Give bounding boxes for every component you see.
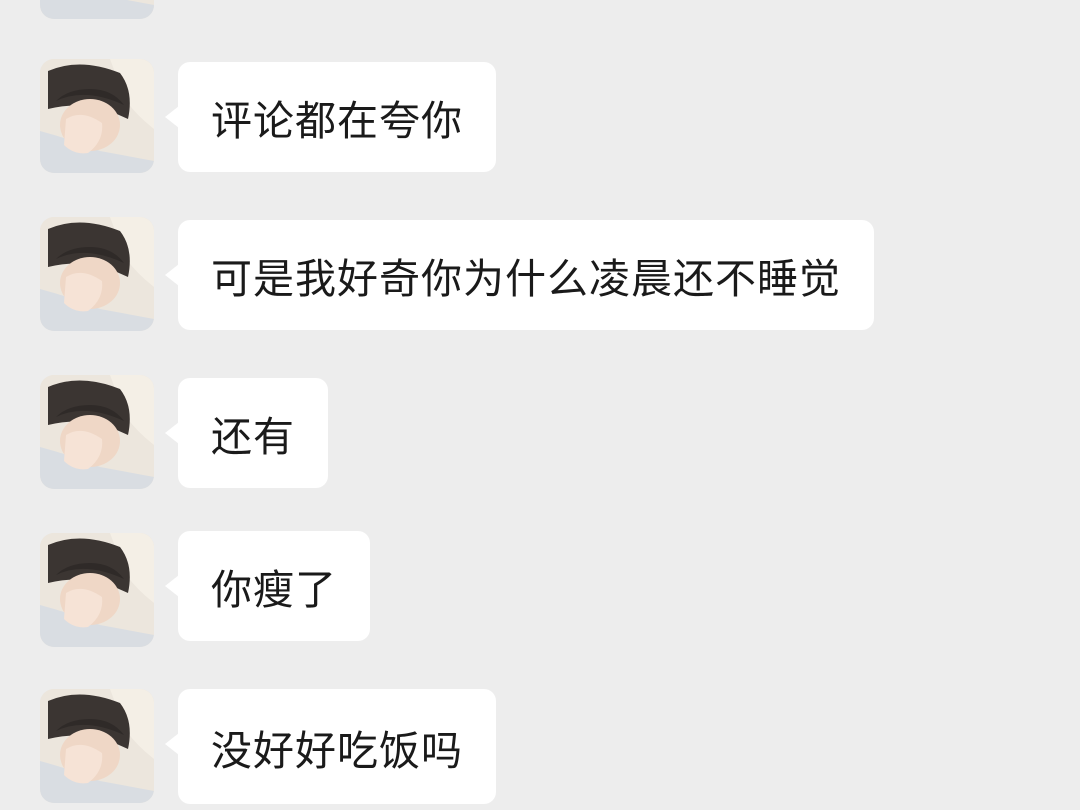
message-text: 还有 <box>211 413 295 461</box>
message-text: 评论都在夸你 <box>211 97 463 145</box>
profile-photo-icon <box>40 217 154 331</box>
message-text: 你瘦了 <box>211 566 337 614</box>
avatar[interactable] <box>40 0 154 19</box>
message-bubble[interactable]: 你瘦了 <box>165 531 370 641</box>
avatar[interactable] <box>40 59 154 173</box>
chat-message-list: 评论都在夸你 可是我好奇你为什么凌晨还不睡觉 还有 你瘦了 没好好吃饭吗 <box>0 0 1080 810</box>
profile-photo-icon <box>40 689 154 803</box>
avatar[interactable] <box>40 375 154 489</box>
avatar[interactable] <box>40 689 154 803</box>
avatar[interactable] <box>40 533 154 647</box>
profile-photo-icon <box>40 0 154 19</box>
message-bubble[interactable]: 可是我好奇你为什么凌晨还不睡觉 <box>165 220 874 330</box>
message-text: 可是我好奇你为什么凌晨还不睡觉 <box>211 255 841 303</box>
message-bubble[interactable]: 还有 <box>165 378 328 488</box>
message-bubble[interactable]: 没好好吃饭吗 <box>165 689 496 804</box>
avatar[interactable] <box>40 217 154 331</box>
profile-photo-icon <box>40 533 154 647</box>
profile-photo-icon <box>40 59 154 173</box>
message-text: 没好好吃饭吗 <box>211 726 463 775</box>
profile-photo-icon <box>40 375 154 489</box>
message-bubble[interactable]: 评论都在夸你 <box>165 62 496 172</box>
